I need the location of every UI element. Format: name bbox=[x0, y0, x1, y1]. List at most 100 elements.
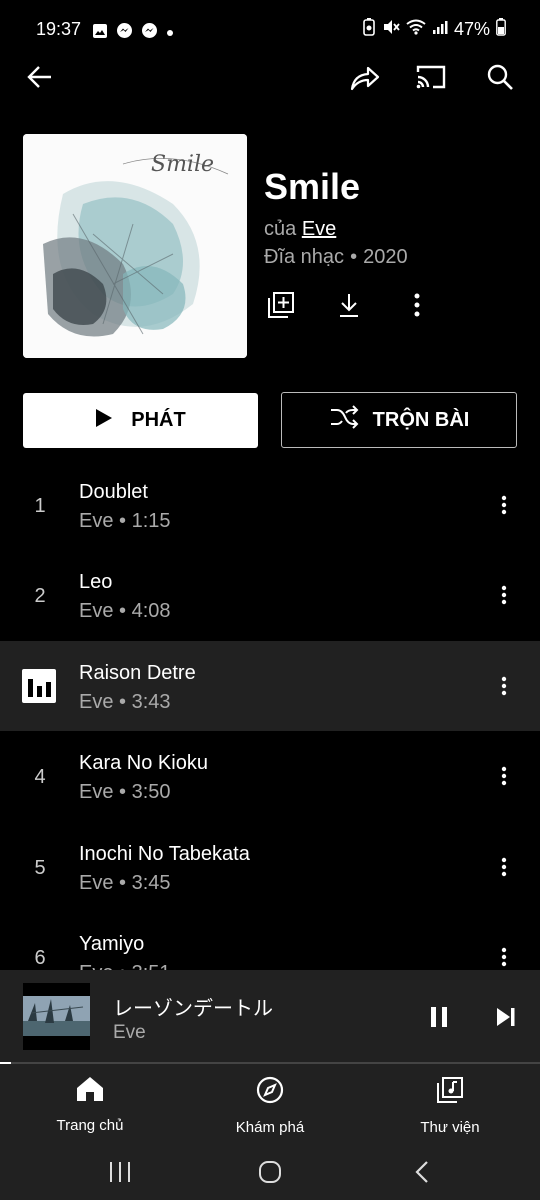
pause-icon bbox=[431, 1007, 447, 1027]
track-more-button[interactable] bbox=[492, 944, 516, 970]
mini-player-artist: Eve bbox=[113, 1022, 146, 1043]
album-type: Đĩa nhạc bbox=[264, 246, 345, 268]
track-more-button[interactable] bbox=[492, 492, 516, 518]
by-prefix: của bbox=[264, 218, 297, 240]
track-title: Yamiyo bbox=[79, 933, 145, 955]
artist-link[interactable]: Eve bbox=[302, 218, 336, 240]
status-time: 19:37 bbox=[36, 19, 82, 39]
shuffle-icon bbox=[329, 405, 359, 435]
album-more-button[interactable] bbox=[400, 290, 434, 324]
share-icon bbox=[350, 63, 380, 96]
shuffle-button[interactable]: TRỘN BÀI bbox=[281, 392, 517, 448]
explore-icon bbox=[256, 1076, 284, 1109]
track-row[interactable]: 6 Yamiyo Eve • 3:51 bbox=[0, 912, 540, 970]
track-subtitle: Eve • 4:08 bbox=[79, 600, 171, 622]
mini-player-title: レーゾンデートル bbox=[113, 998, 273, 1020]
library-icon bbox=[436, 1076, 464, 1109]
track-number: 4 bbox=[34, 766, 46, 788]
more-vert-icon bbox=[413, 293, 421, 322]
track-row[interactable]: 4 Kara No Kioku Eve • 3:50 bbox=[0, 731, 540, 821]
track-number: 5 bbox=[34, 857, 46, 879]
track-title: Raison Detre bbox=[79, 662, 196, 684]
track-number: 1 bbox=[34, 495, 46, 517]
shuffle-label: TRỘN BÀI bbox=[372, 408, 470, 431]
home-system-button[interactable] bbox=[250, 1154, 290, 1190]
track-number: 2 bbox=[34, 585, 46, 607]
cast-icon bbox=[415, 64, 447, 95]
track-subtitle: Eve • 3:43 bbox=[79, 691, 171, 713]
home-icon bbox=[76, 1076, 104, 1107]
status-bar: 19:37 47% bbox=[0, 0, 540, 60]
bottom-nav: Trang chủ Khám phá Thư viện bbox=[0, 1064, 540, 1144]
track-subtitle: Eve • 3:45 bbox=[79, 872, 171, 894]
album-art: Smile bbox=[23, 134, 247, 358]
battery-percent: 47% bbox=[453, 19, 490, 39]
download-icon bbox=[337, 292, 361, 323]
mini-player-thumbnail bbox=[23, 983, 90, 1050]
mini-player[interactable]: レーゾンデートル Eve bbox=[0, 970, 540, 1064]
signal-icon bbox=[432, 19, 448, 40]
messenger-icon bbox=[141, 22, 158, 44]
play-label: PHÁT bbox=[131, 409, 186, 431]
track-more-button[interactable] bbox=[492, 854, 516, 880]
add-to-library-button[interactable] bbox=[264, 290, 298, 324]
album-year: 2020 bbox=[363, 246, 408, 268]
battery-icon bbox=[496, 18, 506, 41]
library-add-icon bbox=[267, 291, 295, 324]
recent-apps-icon bbox=[110, 1162, 130, 1182]
pause-button[interactable] bbox=[426, 1004, 452, 1030]
nav-home-label: Trang chủ bbox=[56, 1117, 124, 1134]
track-row[interactable]: 1 Doublet Eve • 1:15 bbox=[0, 460, 540, 550]
play-icon bbox=[95, 408, 113, 434]
track-title: Doublet bbox=[79, 481, 148, 503]
back-chevron-icon bbox=[415, 1161, 428, 1183]
back-system-button[interactable] bbox=[402, 1154, 442, 1190]
album-artist-line: của Eve bbox=[264, 218, 336, 241]
nav-library-label: Thư viện bbox=[420, 1119, 480, 1136]
album-meta: Đĩa nhạc • 2020 bbox=[264, 246, 408, 269]
track-number: 6 bbox=[34, 947, 46, 969]
messenger-icon bbox=[116, 22, 133, 44]
system-nav-bar bbox=[0, 1144, 540, 1200]
meta-separator: • bbox=[350, 246, 358, 268]
play-button[interactable]: PHÁT bbox=[23, 393, 258, 448]
back-button[interactable] bbox=[23, 62, 57, 96]
search-button[interactable] bbox=[483, 62, 517, 96]
track-list: 1 Doublet Eve • 1:15 2 Leo Eve • 4:08 Ra… bbox=[0, 460, 540, 970]
nav-library[interactable]: Thư viện bbox=[380, 1076, 520, 1136]
mute-icon bbox=[382, 18, 400, 41]
recent-apps-button[interactable] bbox=[100, 1154, 140, 1190]
share-button[interactable] bbox=[348, 62, 382, 96]
battery-saver-icon bbox=[362, 18, 376, 41]
next-button[interactable] bbox=[493, 1004, 519, 1030]
track-row[interactable]: 2 Leo Eve • 4:08 bbox=[0, 550, 540, 640]
skip-next-icon bbox=[497, 1008, 515, 1026]
notification-icons bbox=[92, 22, 174, 44]
album-title: Smile bbox=[264, 166, 361, 207]
track-title: Leo bbox=[79, 571, 113, 593]
track-more-button[interactable] bbox=[492, 582, 516, 608]
track-row[interactable]: 5 Inochi No Tabekata Eve • 3:45 bbox=[0, 822, 540, 912]
nav-explore[interactable]: Khám phá bbox=[200, 1076, 340, 1136]
track-more-button[interactable] bbox=[492, 763, 516, 789]
nav-explore-label: Khám phá bbox=[235, 1119, 305, 1136]
track-more-button[interactable] bbox=[492, 673, 516, 699]
dot-icon bbox=[166, 24, 174, 42]
track-row-now-playing[interactable]: Raison Detre Eve • 3:43 bbox=[0, 641, 540, 731]
track-subtitle: Eve • 3:50 bbox=[79, 781, 171, 803]
search-icon bbox=[486, 63, 514, 96]
back-arrow-icon bbox=[26, 63, 54, 96]
cast-button[interactable] bbox=[414, 62, 448, 96]
wifi-icon bbox=[406, 19, 426, 40]
track-title: Kara No Kioku bbox=[79, 752, 208, 774]
track-subtitle: Eve • 3:51 bbox=[79, 962, 171, 970]
system-status-icons: 47% bbox=[362, 18, 506, 41]
track-title: Inochi No Tabekata bbox=[79, 843, 250, 865]
download-button[interactable] bbox=[332, 290, 366, 324]
track-subtitle: Eve • 1:15 bbox=[79, 510, 171, 532]
home-circle-icon bbox=[259, 1161, 281, 1183]
nav-home[interactable]: Trang chủ bbox=[20, 1076, 160, 1134]
gallery-icon bbox=[92, 23, 108, 44]
now-playing-equalizer-icon bbox=[22, 669, 56, 703]
album-art-caption: Smile bbox=[151, 152, 215, 177]
